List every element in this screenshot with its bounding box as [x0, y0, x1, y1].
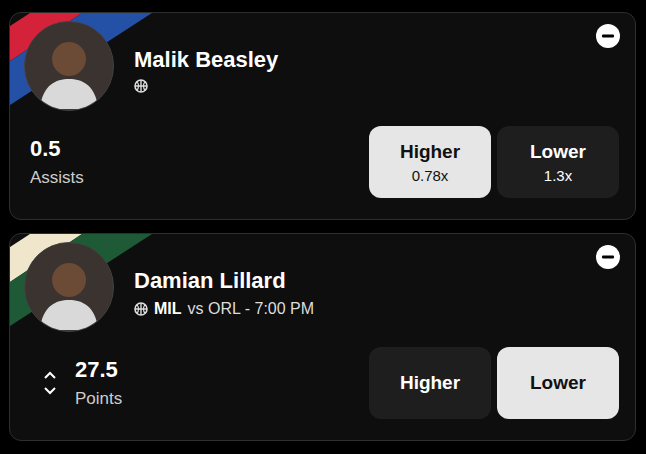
- player-avatar: [24, 242, 114, 332]
- player-name: Malik Beasley: [134, 47, 278, 73]
- basketball-icon: [134, 302, 148, 316]
- pick-option-button[interactable]: Lower: [497, 347, 619, 419]
- player-photo-icon: [26, 244, 112, 330]
- stat-line: 0.5 Assists: [24, 136, 84, 188]
- pick-option-button[interactable]: Lower 1.3x: [497, 126, 619, 198]
- picks-list: Malik Beasley 0.5 Assists Higher 0.78xLo…: [0, 0, 646, 454]
- game-info: [134, 79, 278, 93]
- player-name: Damian Lillard: [134, 268, 314, 294]
- pick-option-button[interactable]: Higher: [369, 347, 491, 419]
- game-info: MIL vs ORL - 7:00 PM: [134, 300, 314, 318]
- pick-option-button[interactable]: Higher 0.78x: [369, 126, 491, 198]
- pick-card: Malik Beasley 0.5 Assists Higher 0.78xLo…: [9, 12, 636, 220]
- stat-value: 27.5: [75, 357, 122, 383]
- adjust-line-icon[interactable]: [43, 368, 57, 398]
- stat-line: 27.5 Points: [24, 357, 122, 409]
- remove-icon[interactable]: [595, 244, 621, 270]
- player-photo-icon: [26, 23, 112, 109]
- stat-value: 0.5: [30, 136, 84, 162]
- stat-label: Points: [75, 389, 122, 409]
- pick-card: Damian Lillard MIL vs ORL - 7:00 PM 27.5…: [9, 233, 636, 441]
- stat-label: Assists: [30, 168, 84, 188]
- player-avatar: [24, 21, 114, 111]
- basketball-icon: [134, 79, 148, 93]
- remove-icon[interactable]: [595, 23, 621, 49]
